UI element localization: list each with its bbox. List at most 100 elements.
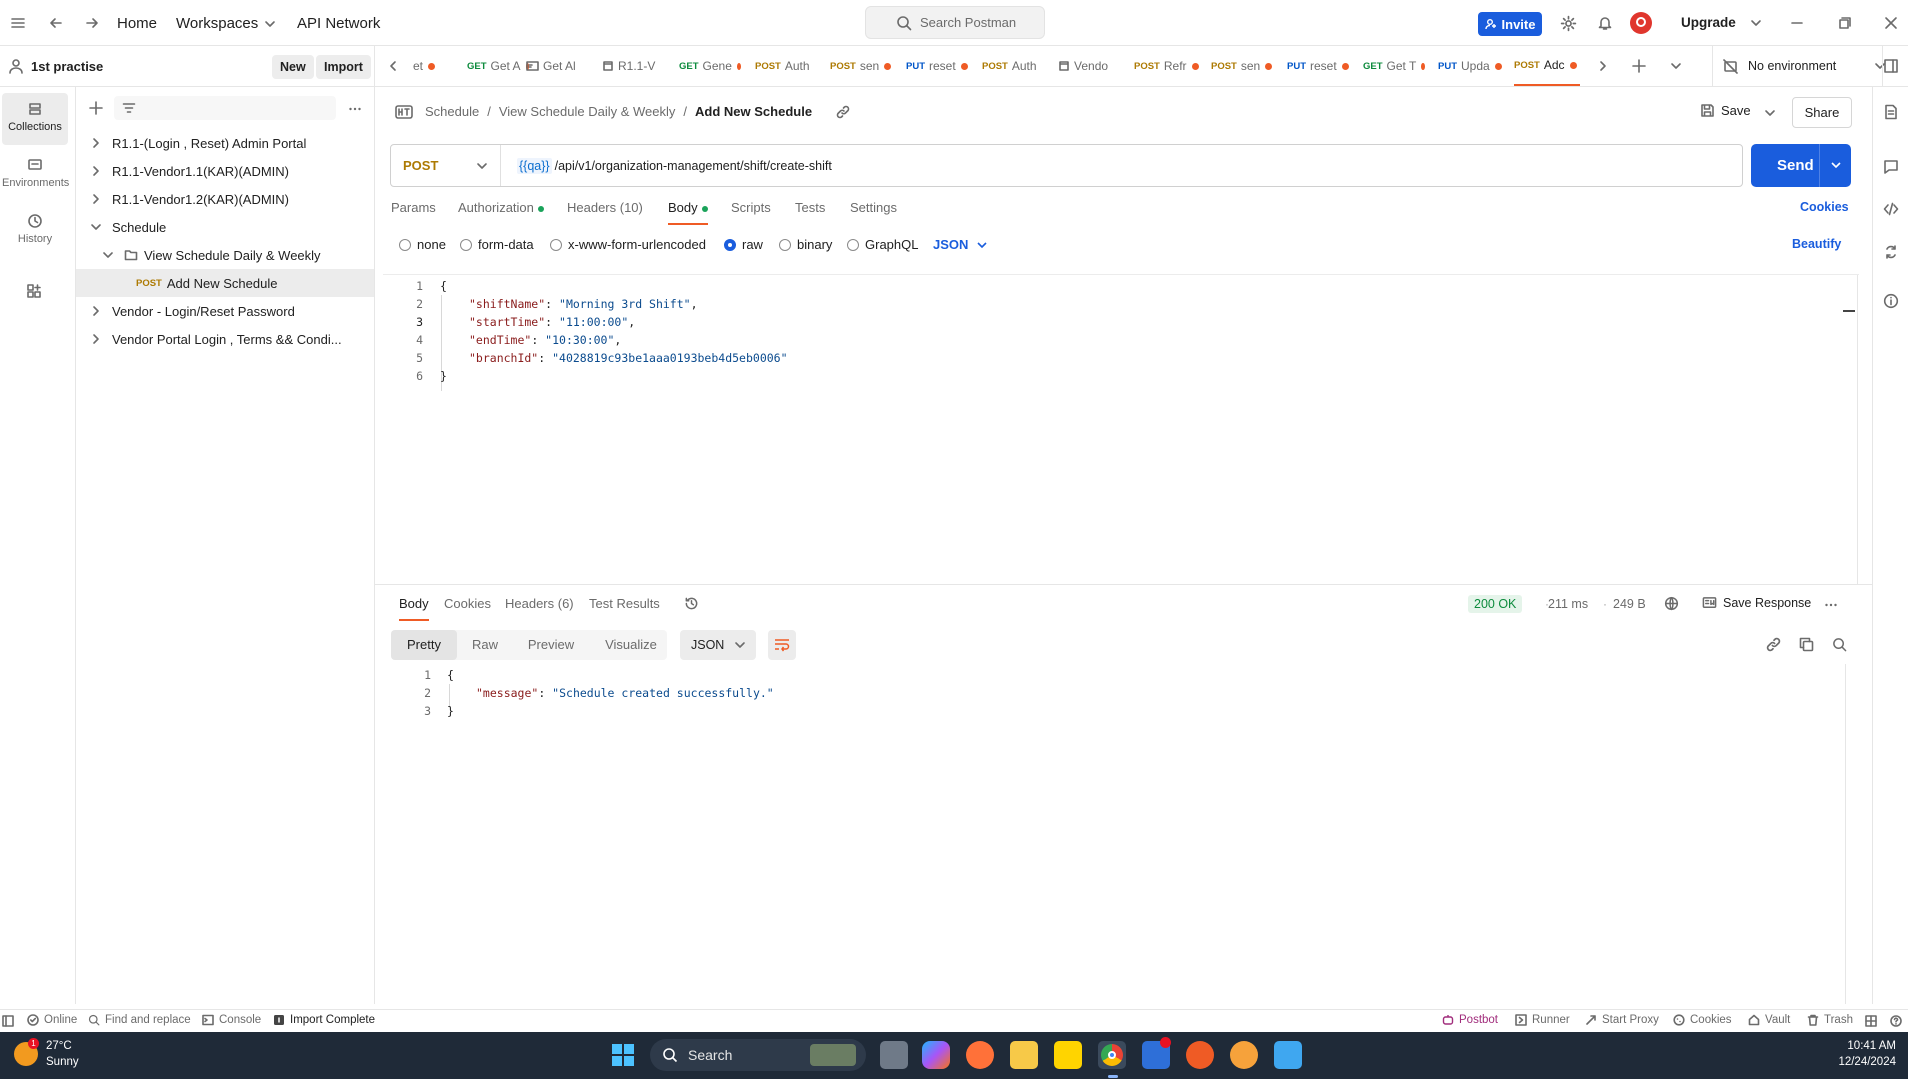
response-body-viewer[interactable]: 1 2 3 { "message": "Schedule created suc… — [383, 664, 1859, 1004]
beautify-link[interactable]: Beautify — [1792, 237, 1841, 251]
request-tab[interactable]: R1.1-V — [602, 46, 666, 86]
file-explorer-icon[interactable] — [1010, 1041, 1038, 1069]
url-input[interactable]: {{qa}} /api/v1/organization-management/s… — [517, 145, 832, 186]
firefox-icon[interactable] — [966, 1041, 994, 1069]
view-pretty[interactable]: Pretty — [391, 630, 457, 660]
breadcrumb-collection[interactable]: Schedule — [425, 104, 479, 119]
help-icon[interactable] — [1890, 1015, 1902, 1027]
import-complete-status[interactable]: Import Complete — [273, 1014, 375, 1026]
menu-icon[interactable] — [10, 15, 26, 31]
request-tab[interactable]: GET Gene — [679, 46, 741, 86]
toggle-sidebar-icon[interactable] — [2, 1015, 14, 1027]
request-tab-active[interactable]: POST Adc — [1514, 46, 1580, 86]
comments-icon[interactable] — [1883, 159, 1899, 175]
rail-item-history[interactable]: History — [2, 205, 68, 257]
response-format-select[interactable]: JSON — [680, 630, 756, 660]
radio-raw[interactable]: raw — [724, 237, 763, 252]
sidebar-item-schedule[interactable]: Schedule — [76, 213, 374, 241]
sidebar-item-request[interactable]: POST Add New Schedule — [76, 269, 374, 297]
taskbar-date[interactable]: 12/24/2024 — [1826, 1056, 1896, 1068]
sidebar-item-collection[interactable]: R1.1-Vendor1.2(KAR)(ADMIN) — [76, 185, 374, 213]
code-snippet-icon[interactable] — [1883, 201, 1899, 217]
request-tab[interactable]: Get Al — [526, 46, 590, 86]
taskbar-search[interactable]: Search — [650, 1039, 866, 1071]
console-button[interactable]: Console — [202, 1014, 261, 1026]
breadcrumb-folder[interactable]: View Schedule Daily & Weekly — [499, 104, 676, 119]
tab-settings[interactable]: Settings — [850, 200, 897, 215]
body-format-select[interactable]: JSON — [933, 237, 988, 252]
response-divider[interactable] — [375, 584, 1872, 585]
tab-authorization[interactable]: Authorization — [458, 200, 544, 215]
windows-start-icon[interactable] — [611, 1043, 635, 1067]
user-avatar[interactable] — [1630, 12, 1652, 34]
vault-button[interactable]: Vault — [1748, 1014, 1790, 1026]
tab-body[interactable]: Body — [668, 200, 708, 225]
info-icon[interactable] — [1883, 293, 1899, 309]
request-tab[interactable]: POST Refr — [1134, 46, 1204, 86]
taskbar-time[interactable]: 10:41 AM — [1826, 1040, 1896, 1052]
tab-tests[interactable]: Tests — [795, 200, 825, 215]
upgrade-button[interactable]: Upgrade — [1681, 15, 1736, 30]
radio-graphql[interactable]: GraphQL — [847, 237, 918, 252]
copilot-icon[interactable] — [922, 1041, 950, 1069]
save-response-button[interactable]: Save Response — [1702, 595, 1811, 610]
request-tab[interactable]: POST sen — [830, 46, 898, 86]
rail-item-collections[interactable]: Collections — [2, 93, 68, 145]
sticky-notes-icon[interactable] — [1054, 1041, 1082, 1069]
postman-icon[interactable] — [1186, 1041, 1214, 1069]
documentation-icon[interactable] — [1883, 104, 1899, 120]
response-more-icon[interactable] — [1824, 598, 1838, 612]
find-and-replace-button[interactable]: Find and replace — [88, 1014, 191, 1026]
response-tab-cookies[interactable]: Cookies — [444, 596, 491, 611]
restore-window-icon[interactable] — [1838, 16, 1852, 30]
sidebar-item-folder[interactable]: View Schedule Daily & Weekly — [76, 241, 374, 269]
task-view-icon[interactable] — [880, 1041, 908, 1069]
weather-sun-icon[interactable]: 1 — [14, 1038, 39, 1066]
request-tab[interactable]: PUT reset — [1287, 46, 1355, 86]
radio-none[interactable]: none — [399, 237, 446, 252]
request-tab[interactable]: et — [413, 46, 465, 86]
radio-urlencoded[interactable]: x-www-form-urlencoded — [550, 237, 706, 252]
request-tab[interactable]: GET Get A — [467, 46, 529, 86]
close-window-icon[interactable] — [1884, 16, 1898, 30]
api-network-link[interactable]: API Network — [297, 15, 380, 32]
view-raw[interactable]: Raw — [460, 630, 510, 660]
tabs-dropdown-chevron-icon[interactable] — [1670, 60, 1682, 72]
back-arrow-icon[interactable] — [48, 15, 64, 31]
request-tab[interactable]: POST Auth — [755, 46, 811, 86]
cookies-link[interactable]: Cookies — [1800, 200, 1849, 214]
response-tab-headers[interactable]: Headers (6) — [505, 596, 574, 611]
invite-button[interactable]: Invite — [1478, 12, 1542, 36]
search-response-icon[interactable] — [1832, 637, 1847, 652]
rail-item-environments[interactable]: Environments — [2, 149, 69, 201]
tabs-scroll-left-icon[interactable] — [387, 60, 399, 72]
copy-icon[interactable] — [1799, 637, 1814, 652]
tab-params[interactable]: Params — [391, 200, 436, 215]
minimize-window-icon[interactable] — [1790, 16, 1804, 30]
settings-gear-icon[interactable] — [1560, 15, 1577, 32]
tab-scripts[interactable]: Scripts — [731, 200, 771, 215]
save-button[interactable]: Save — [1700, 103, 1751, 118]
forward-arrow-icon[interactable] — [84, 15, 100, 31]
sidebar-item-collection[interactable]: Vendor Portal Login , Terms && Condi... — [76, 325, 374, 353]
trash-button[interactable]: Trash — [1807, 1014, 1853, 1026]
editor-scrollbar[interactable] — [1857, 275, 1858, 585]
search-box[interactable]: Search Postman — [865, 6, 1045, 39]
sidebar-item-collection[interactable]: R1.1-Vendor1.1(KAR)(ADMIN) — [76, 157, 374, 185]
request-tab[interactable]: Vendo — [1058, 46, 1118, 86]
tabs-scroll-right-icon[interactable] — [1597, 60, 1609, 72]
request-tab[interactable]: POST Auth — [982, 46, 1038, 86]
postbot-button[interactable]: Postbot — [1442, 1014, 1498, 1026]
request-tab[interactable]: PUT Upda — [1438, 46, 1506, 86]
request-tab[interactable]: PUT reset — [906, 46, 974, 86]
start-proxy-button[interactable]: Start Proxy — [1585, 1014, 1659, 1026]
request-title[interactable]: Add New Schedule — [695, 104, 812, 119]
view-visualize[interactable]: Visualize — [596, 630, 666, 660]
copy-link-icon[interactable] — [1766, 637, 1781, 652]
new-tab-plus-icon[interactable] — [1632, 59, 1646, 73]
app-icon[interactable] — [1142, 1037, 1171, 1069]
tab-headers[interactable]: Headers (10) — [567, 200, 643, 215]
response-tab-body[interactable]: Body — [399, 596, 429, 621]
related-collections-icon[interactable] — [1883, 244, 1899, 260]
add-collection-icon[interactable] — [89, 101, 103, 115]
